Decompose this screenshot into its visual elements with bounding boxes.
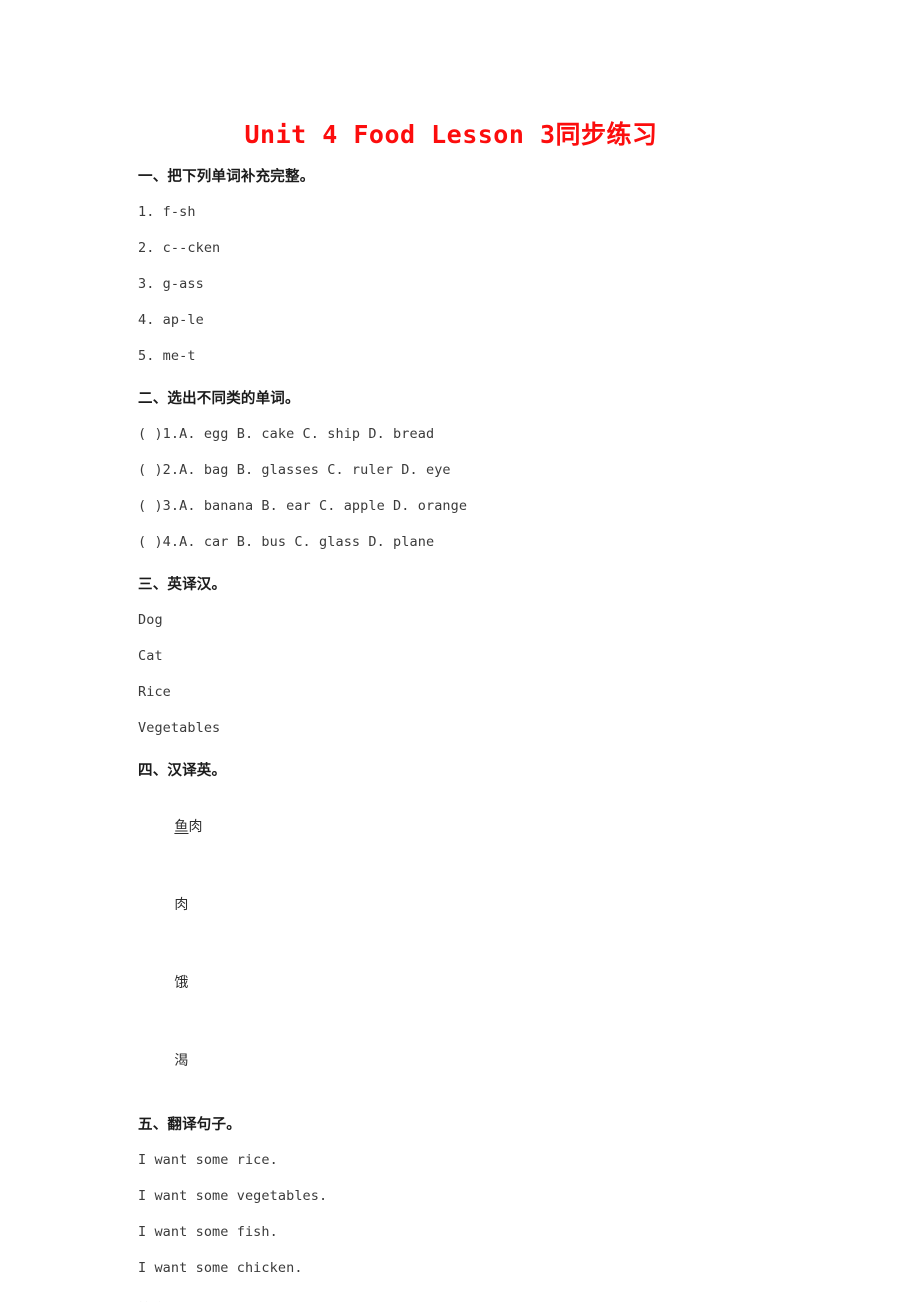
question-item: 4. ap-le xyxy=(138,312,204,328)
question-item: Cat xyxy=(138,648,163,664)
section-one: 一、把下列单词补充完整。 1. f-sh 2. c--cken 3. g-ass… xyxy=(138,166,878,367)
question-item: 渴 xyxy=(138,1030,878,1093)
section-two: 二、选出不同类的单词。 ( )1.A. egg B. cake C. ship … xyxy=(138,388,878,553)
item-text: 肉 xyxy=(188,819,203,835)
question-item: Dog xyxy=(138,612,163,628)
question-item: 2. c--cken xyxy=(138,240,221,256)
question-item: I want some fish. xyxy=(138,1224,278,1240)
question-item: ( )2.A. bag B. glasses C. ruler D. eye xyxy=(138,462,451,478)
question-item: 饿 xyxy=(138,952,878,1015)
page-title: Unit 4 Food Lesson 3同步练习 xyxy=(244,120,658,149)
question-item: 1. f-sh xyxy=(138,204,196,220)
question-item: 肉 xyxy=(138,874,878,937)
section-heading: 二、选出不同类的单词。 xyxy=(138,391,300,407)
question-item: 3. g-ass xyxy=(138,276,204,292)
question-item: I want some vegetables. xyxy=(138,1188,328,1204)
item-text: 肉 xyxy=(174,897,189,913)
item-text: 渴 xyxy=(174,1053,189,1069)
section-heading: 四、汉译英。 xyxy=(138,763,227,779)
section-three: 三、英译汉。 Dog Cat Rice Vegetables xyxy=(138,574,878,739)
question-item: Rice xyxy=(138,684,171,700)
underlined-text: 鱼 xyxy=(174,819,189,835)
section-five: 五、翻译句子。 I want some rice. I want some ve… xyxy=(138,1114,878,1279)
question-item: ( )1.A. egg B. cake C. ship D. bread xyxy=(138,426,435,442)
worksheet-body: 一、把下列单词补充完整。 1. f-sh 2. c--cken 3. g-ass… xyxy=(138,166,878,1302)
question-item: ( )4.A. car B. bus C. glass D. plane xyxy=(138,534,435,550)
item-text: 饿 xyxy=(174,975,189,991)
question-item: ( )3.A. banana B. ear C. apple D. orange xyxy=(138,498,468,514)
worksheet-page: Unit 4 Food Lesson 3同步练习 一、把下列单词补充完整。 1.… xyxy=(0,0,920,1302)
question-item: I want some chicken. xyxy=(138,1260,303,1276)
question-item: Vegetables xyxy=(138,720,221,736)
section-heading: 五、翻译句子。 xyxy=(138,1117,241,1133)
section-four: 四、汉译英。 鱼肉 肉 饿 渴 xyxy=(138,760,878,1093)
section-heading: 一、把下列单词补充完整。 xyxy=(138,169,315,185)
question-item: 鱼肉 xyxy=(138,796,878,859)
question-item: 5. me-t xyxy=(138,348,196,364)
section-heading: 三、英译汉。 xyxy=(138,577,227,593)
question-item: I want some rice. xyxy=(138,1152,278,1168)
